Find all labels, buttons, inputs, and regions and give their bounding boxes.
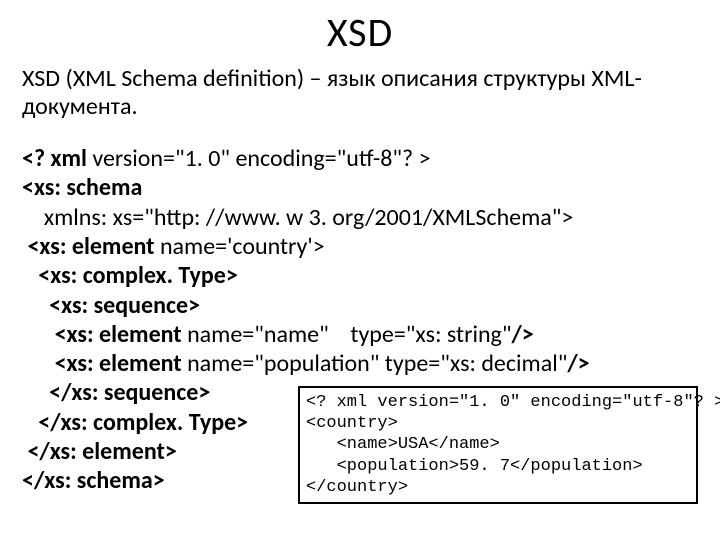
code-line: <xs: schema [22, 173, 700, 202]
slide-title: XSD [20, 8, 700, 57]
code-line: <xs: element name='country'> [22, 232, 700, 261]
code-line: <xs: complex. Type> [22, 261, 700, 290]
code-line: <xs: sequence> [22, 291, 700, 320]
code-line: <xs: element name="name" type="xs: strin… [22, 320, 700, 349]
code-line: <xs: element name="population" type="xs:… [22, 349, 700, 378]
xml-example-box: <? xml version="1. 0" encoding="utf-8"? … [298, 386, 698, 504]
code-line: xmlns: xs="http: //www. w 3. org/2001/XM… [22, 203, 700, 232]
slide-description: XSD (XML Schema definition) – язык описа… [20, 65, 700, 120]
code-line: <? xml version="1. 0" encoding="utf-8"? … [22, 144, 700, 173]
